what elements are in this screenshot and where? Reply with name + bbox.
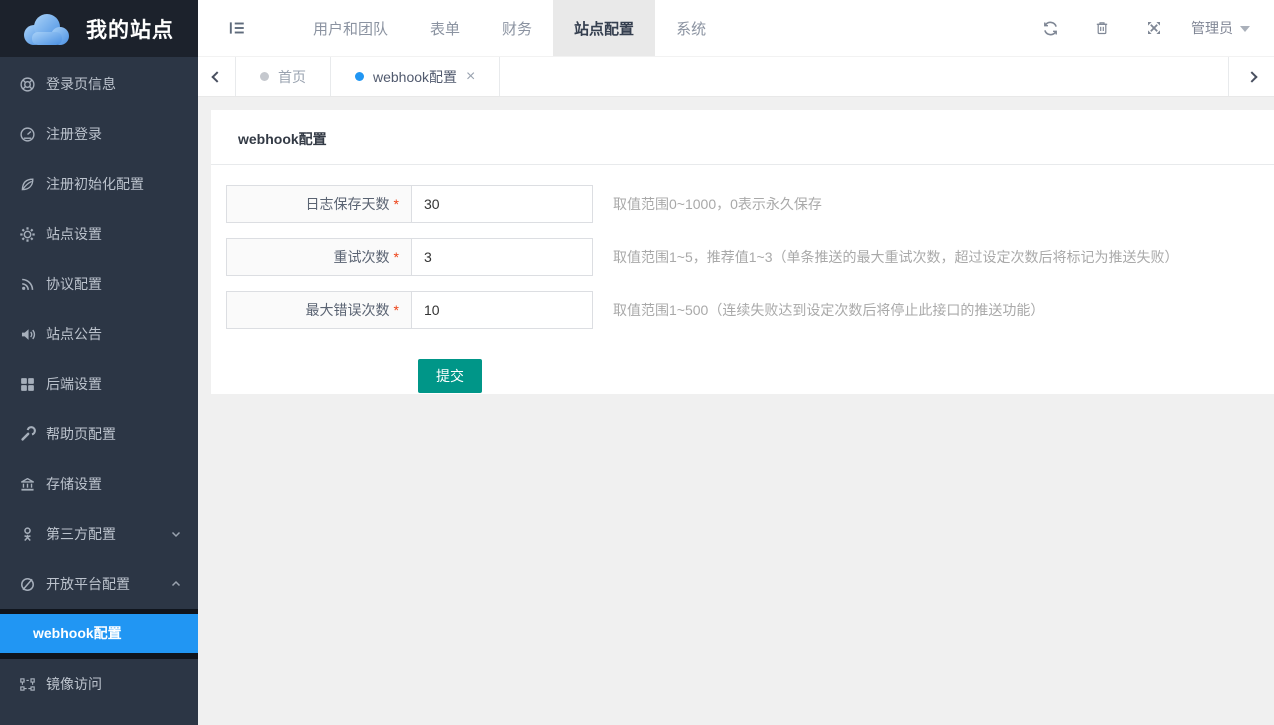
webhook-config-card: webhook配置 日志保存天数 * 取值范围0~1000，0表示永久保存 重试…	[211, 110, 1274, 394]
sidebar-item-storage-settings[interactable]: 存储设置	[0, 459, 198, 509]
nav-item-users-teams[interactable]: 用户和团队	[292, 0, 409, 56]
sidebar-item-label: 注册登录	[46, 124, 182, 144]
form-row-log-days: 日志保存天数 * 取值范围0~1000，0表示永久保存	[226, 185, 1274, 223]
sidebar: 我的站点 登录页信息 注册登录	[0, 0, 198, 725]
form-row-max-errors: 最大错误次数 * 取值范围1~500（连续失败达到设定次数后将停止此接口的推送功…	[226, 291, 1274, 329]
grid-icon	[19, 376, 36, 393]
nav-item-site-config[interactable]: 站点配置	[553, 0, 655, 56]
rss-icon	[19, 276, 36, 293]
site-title: 我的站点	[86, 14, 174, 44]
sidebar-item-mirror-access[interactable]: 镜像访问	[0, 659, 198, 709]
sidebar-item-site-announcement[interactable]: 站点公告	[0, 309, 198, 359]
tab-webhook-config[interactable]: webhook配置 ×	[331, 57, 500, 96]
gear-icon	[19, 226, 36, 243]
cloud-logo-icon	[18, 10, 74, 48]
fullscreen-icon[interactable]	[1145, 19, 1163, 37]
tab-status-dot	[260, 72, 269, 81]
top-nav: 用户和团队 表单 财务 站点配置 系统	[292, 0, 727, 56]
speaker-icon	[19, 326, 36, 343]
card-title: webhook配置	[211, 110, 1274, 165]
open-platform-submenu: webhook配置	[0, 609, 198, 659]
form-row-retry-count: 重试次数 * 取值范围1~5，推荐值1~3（单条推送的最大重试次数，超过设定次数…	[226, 238, 1274, 276]
nav-item-forms[interactable]: 表单	[409, 0, 481, 56]
page-tabbar: 首页 webhook配置 ×	[198, 57, 1274, 97]
top-header: 用户和团队 表单 财务 站点配置 系统	[198, 0, 1274, 57]
chevron-left-icon	[211, 71, 222, 82]
dashboard-icon	[19, 126, 36, 143]
sidebar-item-backend-settings[interactable]: 后端设置	[0, 359, 198, 409]
chevron-down-icon	[170, 528, 182, 540]
sidebar-item-label: 注册初始化配置	[46, 174, 182, 194]
required-mark: *	[394, 196, 399, 212]
sidebar-item-site-settings[interactable]: 站点设置	[0, 209, 198, 259]
tab-label: webhook配置	[373, 67, 457, 87]
required-mark: *	[394, 249, 399, 265]
sidebar-item-label: 存储设置	[46, 474, 182, 494]
trash-icon[interactable]	[1093, 19, 1111, 37]
sidebar-item-label: 镜像访问	[46, 674, 182, 694]
webhook-config-form: 日志保存天数 * 取值范围0~1000，0表示永久保存 重试次数 * 取值范围1…	[211, 165, 1274, 393]
user-menu[interactable]: 管理员	[1191, 18, 1250, 38]
logo: 我的站点	[0, 0, 198, 57]
sidebar-item-open-platform-config[interactable]: 开放平台配置	[0, 559, 198, 609]
field-hint: 取值范围1~500（连续失败达到设定次数后将停止此接口的推送功能）	[613, 300, 1044, 320]
sidebar-item-label: 开放平台配置	[46, 574, 170, 594]
sidebar-item-register-init[interactable]: 注册初始化配置	[0, 159, 198, 209]
sidebar-subitem-webhook-config[interactable]: webhook配置	[0, 614, 198, 653]
sidebar-item-label: 帮助页配置	[46, 424, 182, 444]
field-label-text: 最大错误次数	[306, 300, 390, 320]
sidebar-item-label: 登录页信息	[46, 74, 182, 94]
sidebar-item-label: 后端设置	[46, 374, 182, 394]
caret-down-icon	[1240, 26, 1250, 32]
field-label: 日志保存天数 *	[226, 185, 411, 223]
sidebar-item-help-page-config[interactable]: 帮助页配置	[0, 409, 198, 459]
chevron-up-icon	[170, 578, 182, 590]
submit-button[interactable]: 提交	[418, 359, 482, 393]
field-label-text: 日志保存天数	[306, 194, 390, 214]
wrench-icon	[19, 426, 36, 443]
sidebar-item-label: 站点公告	[46, 324, 182, 344]
object-group-icon	[19, 676, 36, 693]
app-screen: 我的站点 登录页信息 注册登录	[0, 0, 1274, 725]
tab-status-dot	[355, 72, 364, 81]
chevron-right-icon	[1246, 71, 1257, 82]
sidebar-item-label: 协议配置	[46, 274, 182, 294]
main-content: webhook配置 日志保存天数 * 取值范围0~1000，0表示永久保存 重试…	[198, 97, 1274, 725]
sidebar-item-label: 站点设置	[46, 224, 182, 244]
sidebar-menu: 登录页信息 注册登录 注册初始化配置	[0, 57, 198, 709]
refresh-icon[interactable]	[1041, 19, 1059, 37]
required-mark: *	[394, 302, 399, 318]
tab-close-icon[interactable]: ×	[466, 69, 475, 85]
field-hint: 取值范围0~1000，0表示永久保存	[613, 194, 822, 214]
slashed-circle-icon	[19, 576, 36, 593]
nav-item-system[interactable]: 系统	[655, 0, 727, 56]
log-days-input[interactable]	[411, 185, 593, 223]
tabs-scroll-right-button[interactable]	[1228, 57, 1274, 96]
header-actions: 管理员	[1041, 0, 1274, 56]
tab-home[interactable]: 首页	[236, 57, 331, 96]
leaf-icon	[19, 176, 36, 193]
tab-label: 首页	[278, 67, 306, 87]
user-name: 管理员	[1191, 18, 1233, 38]
max-errors-input[interactable]	[411, 291, 593, 329]
retry-count-input[interactable]	[411, 238, 593, 276]
life-ring-icon	[19, 76, 36, 93]
field-label-text: 重试次数	[334, 247, 390, 267]
field-label: 重试次数 *	[226, 238, 411, 276]
sidebar-item-protocol-config[interactable]: 协议配置	[0, 259, 198, 309]
tabs-scroll-left-button[interactable]	[198, 57, 236, 96]
sidebar-item-register-login[interactable]: 注册登录	[0, 109, 198, 159]
sidebar-item-label: 第三方配置	[46, 524, 170, 544]
sidebar-collapse-icon[interactable]	[228, 0, 246, 56]
field-label: 最大错误次数 *	[226, 291, 411, 329]
nav-item-finance[interactable]: 财务	[481, 0, 553, 56]
field-hint: 取值范围1~5，推荐值1~3（单条推送的最大重试次数，超过设定次数后将标记为推送…	[613, 247, 1179, 267]
sidebar-item-login-page-info[interactable]: 登录页信息	[0, 59, 198, 109]
person-icon	[19, 526, 36, 543]
sidebar-item-third-party-config[interactable]: 第三方配置	[0, 509, 198, 559]
bank-icon	[19, 476, 36, 493]
